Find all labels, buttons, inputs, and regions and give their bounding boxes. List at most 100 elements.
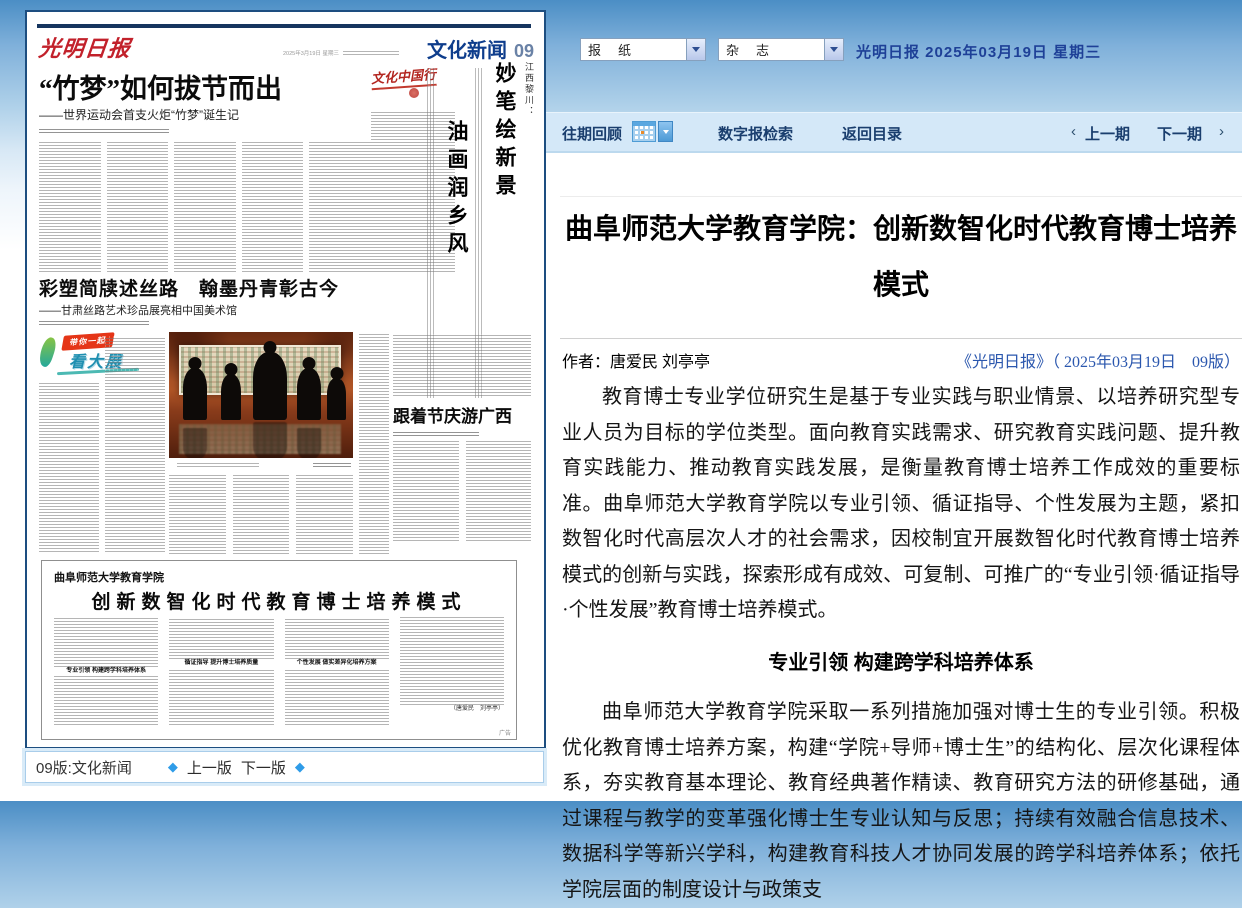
article-paragraph-2: 曲阜师范大学教育学院采取一系列措施加强对博士生的专业引领。积极优化教育博士培养方… [562, 695, 1240, 908]
micro-text-texture [285, 617, 389, 659]
micro-text-texture [285, 668, 389, 725]
masthead-date: 光明日报 2025年03月19日 星期三 [856, 41, 1101, 62]
prev-page-icon[interactable]: ◆ [168, 759, 178, 775]
visitor-reflection [183, 428, 207, 458]
third-article: 跟着节庆游广西 [393, 334, 531, 554]
second-subhead: ——甘肃丝路艺术珍品展亮相中国美术馆 [39, 302, 237, 318]
micro-text-texture [359, 334, 389, 554]
issue-nav-bar: 往期回顾 数字报检索 返回目录 ‹ 上一期 下一期 › [546, 112, 1242, 153]
calendar-picker[interactable] [632, 121, 673, 142]
boxed-column: 个性发展 做实差异化培养方案 [285, 617, 389, 725]
prev-chevron-icon[interactable]: ‹ [1071, 123, 1076, 140]
chevron-down-icon[interactable] [824, 39, 843, 60]
article-author: 作者：唐爱民 刘亭亭 [562, 348, 710, 372]
next-page-icon[interactable]: ◆ [295, 759, 305, 775]
photo-caption-texture [177, 463, 259, 467]
third-columns [393, 441, 531, 541]
newspaper-select[interactable]: 报 纸 [580, 38, 706, 61]
micro-text-texture [309, 140, 371, 272]
visitor-reflection [253, 422, 287, 458]
newspaper-select-value: 报 纸 [581, 40, 686, 59]
micro-text-texture [54, 676, 158, 725]
lead-columns [39, 140, 371, 272]
calendar-dropdown-icon[interactable] [658, 121, 673, 142]
micro-text-texture [39, 382, 99, 552]
visitor-silhouette [221, 374, 241, 420]
exhibition-photo [169, 332, 353, 458]
magazine-select-value: 杂 志 [719, 40, 824, 59]
article-meta-row: 作者：唐爱民 刘亭亭 《光明日报》（ 2025年03月19日 09版） [560, 348, 1242, 372]
boxed-column: 循证指导 提升博士培养质量 [169, 617, 273, 725]
micro-text-texture [296, 474, 353, 554]
micro-text-texture [466, 441, 532, 541]
third-headline: 跟着节庆游广西 [393, 402, 531, 427]
calendar-icon[interactable] [632, 121, 656, 142]
digital-search-link[interactable]: 数字报检索 [718, 123, 793, 144]
micro-text-texture [242, 140, 304, 272]
issue-info-line: 2025年3月19日 星期三 [283, 49, 399, 57]
boxed-subhead-2: 循证指导 提升博士培养质量 [169, 659, 273, 668]
current-page-label: 09版:文化新闻 [36, 757, 132, 778]
micro-text-texture [39, 140, 101, 272]
micro-text-texture [39, 128, 169, 133]
boxed-signature: （唐爱民 刘亭亭） [400, 705, 504, 714]
masthead-rule [37, 24, 531, 28]
next-issue-link[interactable]: 下一期 [1157, 123, 1202, 144]
photo-below-columns [169, 474, 353, 554]
lead-subhead: ——世界运动会首支火炬“竹梦”诞生记 [39, 106, 239, 123]
red-seal-icon [409, 88, 419, 98]
next-page-link[interactable]: 下一版 [241, 757, 286, 778]
boxed-column: （唐爱民 刘亭亭） [400, 617, 504, 725]
boxed-subhead-1: 专业引领 构建跨学科培养体系 [54, 667, 158, 676]
next-chevron-icon[interactable]: › [1219, 123, 1224, 140]
boxed-kicker: 曲阜师范大学教育学院 [54, 569, 164, 585]
article-body: 教育博士专业学位研究生是基于专业实践与职业情景、以培养研究型专业人员为目标的学位… [562, 380, 1240, 908]
micro-text-texture [39, 320, 149, 325]
boxed-columns: 专业引领 构建跨学科培养体系 循证指导 提升博士培养质量 个性发展 做实差异化培… [54, 617, 504, 725]
prev-page-link[interactable]: 上一版 [187, 757, 232, 778]
past-issues-link[interactable]: 往期回顾 [562, 123, 622, 144]
micro-text-texture [233, 474, 290, 554]
chevron-down-icon[interactable] [686, 39, 705, 60]
section-name: 文化新闻 [427, 34, 507, 63]
lead-headline: “竹梦”如何拔节而出 [39, 67, 282, 106]
micro-text-texture [107, 140, 169, 272]
article-meta-rule [560, 338, 1242, 339]
prev-issue-link[interactable]: 上一期 [1085, 123, 1130, 144]
issue-date: 2025年3月19日 星期三 [283, 49, 339, 57]
page-footer-bar: 09版:文化新闻 ◆ 上一版 下一版 ◆ [25, 751, 544, 783]
page-number: 09 [514, 41, 534, 62]
visitor-silhouette [327, 378, 346, 420]
back-to-contents-link[interactable]: 返回目录 [842, 123, 902, 144]
article-top-rule [560, 196, 1242, 197]
micro-text-texture [105, 336, 165, 552]
boxed-headline: 创新数智化时代教育博士培养模式 [42, 587, 516, 614]
second-headline: 彩塑简牍述丝路 翰墨丹青彰古今 [39, 274, 339, 301]
micro-text-texture [54, 617, 158, 667]
ad-mark: 广告 [499, 728, 511, 737]
newspaper-masthead-logo: 光明日报 [37, 31, 132, 63]
micro-text-texture [169, 474, 226, 554]
micro-text-texture [343, 51, 399, 55]
article-source: 《光明日报》（ 2025年03月19日 09版） [956, 348, 1240, 372]
visitor-silhouette [253, 352, 287, 420]
visitor-silhouette [183, 368, 207, 420]
article-section-heading: 专业引领 构建跨学科培养体系 [562, 646, 1240, 682]
boxed-column: 专业引领 构建跨学科培养体系 [54, 617, 158, 725]
boxed-subhead-3: 个性发展 做实差异化培养方案 [285, 659, 389, 668]
visitor-silhouette [297, 368, 321, 420]
brush-icon [37, 336, 59, 369]
micro-text-texture [169, 668, 273, 725]
magazine-select[interactable]: 杂 志 [718, 38, 844, 61]
micro-text-texture [400, 617, 504, 705]
section-header: 文化新闻 09 [427, 34, 534, 63]
article-title: 曲阜师范大学教育学院：创新数智化时代教育博士培养模式 [560, 201, 1242, 313]
boxed-article: 曲阜师范大学教育学院 创新数智化时代教育博士培养模式 专业引领 构建跨学科培养体… [41, 560, 517, 740]
newspaper-page-preview[interactable]: 光明日报 2025年3月19日 星期三 文化新闻 09 “竹梦”如何拔节而出 —… [25, 10, 546, 749]
article-paragraph-1: 教育博士专业学位研究生是基于专业实践与职业情景、以培养研究型专业人员为目标的学位… [562, 380, 1240, 629]
micro-text-texture [169, 617, 273, 659]
micro-text-texture [174, 140, 236, 272]
visitor-reflection [297, 428, 321, 458]
micro-text-texture [393, 441, 459, 541]
micro-text-texture [393, 334, 531, 396]
